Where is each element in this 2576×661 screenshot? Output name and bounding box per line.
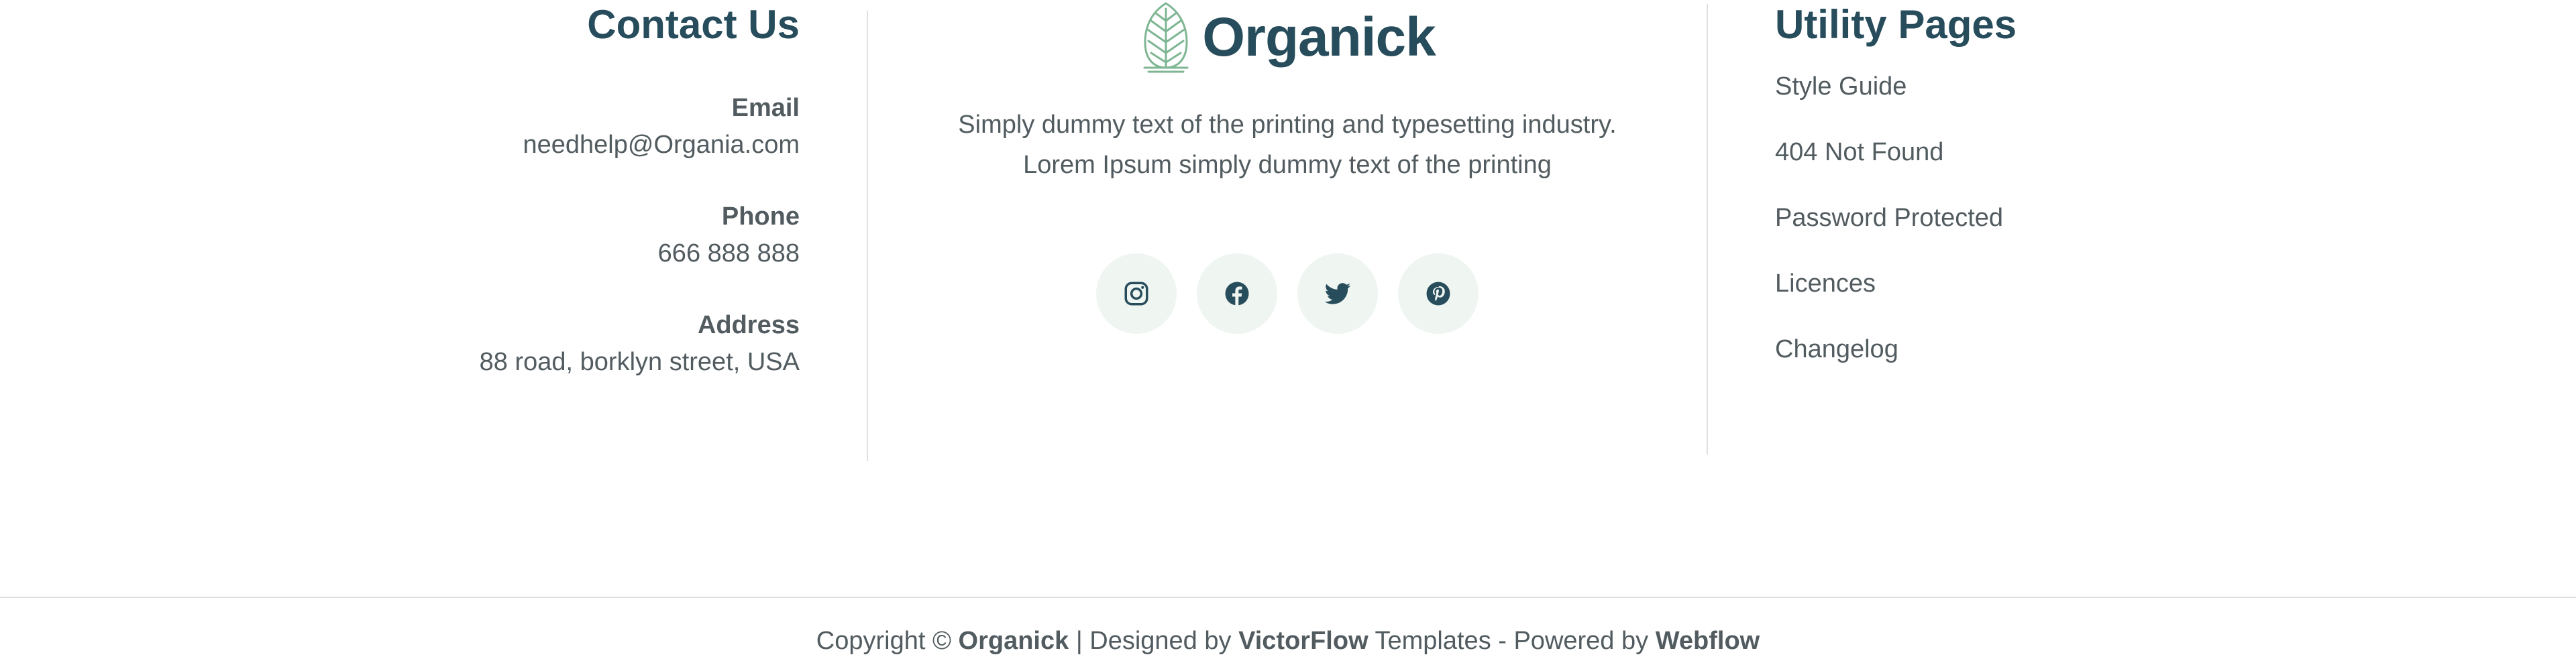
email-value[interactable]: needhelp@Organia.com	[402, 125, 800, 165]
phone-block: Phone 666 888 888	[402, 200, 800, 274]
brand-description: Simply dummy text of the printing and ty…	[918, 105, 1656, 185]
phone-value[interactable]: 666 888 888	[402, 233, 800, 274]
copyright-bar: Copyright © Organick | Designed by Victo…	[0, 621, 2576, 661]
email-block: Email needhelp@Organia.com	[402, 91, 800, 165]
utility-link-style-guide[interactable]: Style Guide	[1775, 70, 2245, 103]
brand-column: Organick Simply dummy text of the printi…	[869, 0, 1705, 334]
utility-links: Style Guide 404 Not Found Password Prote…	[1775, 70, 2245, 366]
powered-by-text: Templates - Powered by	[1375, 627, 1649, 655]
address-label: Address	[697, 311, 800, 339]
utility-column: Utility Pages Style Guide 404 Not Found …	[1775, 0, 2245, 398]
footer-section: Contact Us Email needhelp@Organia.com Ph…	[0, 0, 2576, 661]
platform-link[interactable]: Webflow	[1656, 627, 1760, 655]
utility-link-404[interactable]: 404 Not Found	[1775, 135, 2245, 169]
utility-heading: Utility Pages	[1775, 2, 2017, 47]
phone-label: Phone	[721, 202, 800, 231]
utility-link-changelog[interactable]: Changelog	[1775, 333, 2245, 366]
pinterest-icon	[1426, 282, 1450, 306]
address-block: Address 88 road, borklyn street, USA	[402, 308, 800, 382]
brand-logo-link[interactable]: Organick	[869, 0, 1705, 75]
twitter-icon	[1324, 283, 1351, 304]
brand-description-line-1: Simply dummy text of the printing and ty…	[958, 111, 1617, 139]
copyright-prefix: Copyright ©	[816, 627, 951, 655]
left-divider	[867, 11, 868, 461]
instagram-button[interactable]	[1096, 253, 1177, 334]
brand-name: Organick	[1202, 7, 1436, 68]
utility-link-password-protected[interactable]: Password Protected	[1775, 201, 2245, 235]
email-label: Email	[731, 94, 800, 122]
social-links	[869, 253, 1705, 334]
leaf-logo-icon	[1143, 2, 1189, 73]
right-divider	[1707, 4, 1708, 455]
designer-link[interactable]: VictorFlow	[1238, 627, 1368, 655]
address-value: 88 road, borklyn street, USA	[479, 348, 800, 376]
twitter-button[interactable]	[1297, 253, 1378, 334]
copyright-brand-link[interactable]: Organick	[959, 627, 1069, 655]
facebook-icon	[1225, 282, 1249, 306]
utility-link-licences[interactable]: Licences	[1775, 267, 2245, 300]
brand-description-line-2: Lorem Ipsum simply dummy text of the pri…	[1023, 151, 1552, 179]
contact-column: Contact Us Email needhelp@Organia.com Ph…	[402, 0, 800, 382]
instagram-icon	[1124, 282, 1148, 306]
designed-by-text: | Designed by	[1075, 627, 1232, 655]
bottom-divider	[0, 597, 2576, 598]
facebook-button[interactable]	[1197, 253, 1277, 334]
pinterest-button[interactable]	[1398, 253, 1479, 334]
contact-heading: Contact Us	[587, 2, 800, 47]
